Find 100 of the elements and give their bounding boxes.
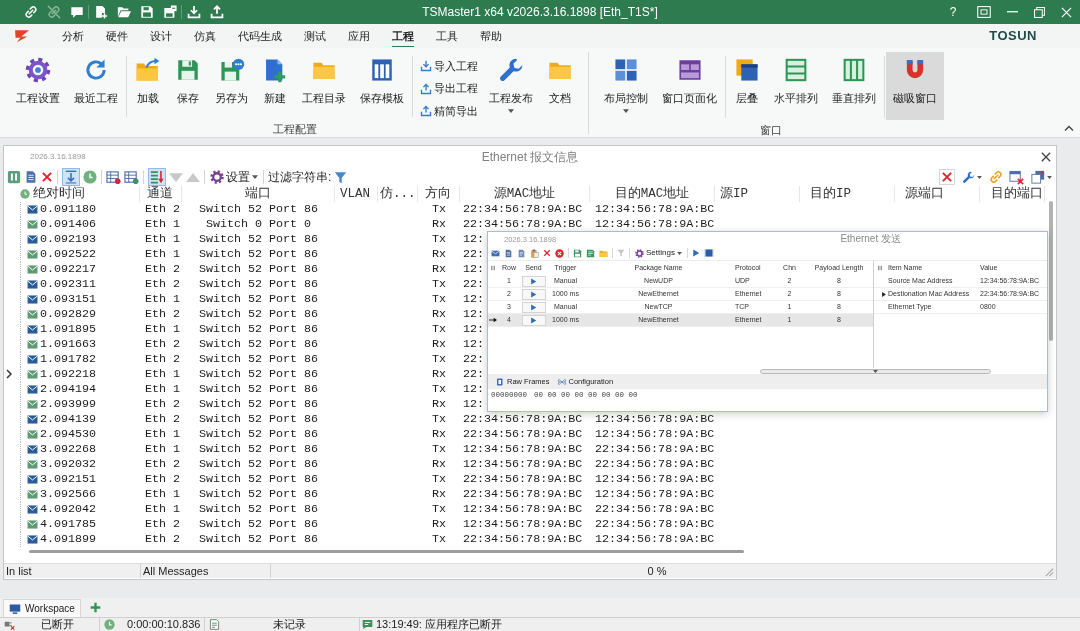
menu-tab[interactable]: 代码生成 xyxy=(227,25,293,47)
document-icon[interactable] xyxy=(517,248,526,258)
table-cell: Rx xyxy=(432,427,446,441)
pause-icon[interactable] xyxy=(7,170,21,184)
menu-tab[interactable]: 硬件 xyxy=(95,25,139,47)
table-cell: 22: xyxy=(463,247,485,261)
clock-icon[interactable] xyxy=(83,170,97,184)
table-cell: Eth 2 xyxy=(145,307,181,321)
menu-tab[interactable]: 帮助 xyxy=(469,25,513,47)
table-cell: 4.092042 xyxy=(40,502,97,517)
sort-button[interactable] xyxy=(148,168,166,186)
envelope-icon[interactable] xyxy=(491,248,500,258)
message-icon xyxy=(362,619,373,630)
window-close-icon[interactable] xyxy=(1009,169,1024,185)
ribbon-button[interactable]: 工程发布 xyxy=(482,52,540,120)
workspace-tab[interactable]: Workspace xyxy=(3,599,81,617)
send-button[interactable] xyxy=(521,275,546,287)
clipboard-icon[interactable] xyxy=(530,248,539,258)
column-header[interactable]: 源端口 xyxy=(895,186,980,202)
column-header[interactable]: 目的端口 xyxy=(980,186,1045,202)
scrollbar-thumb[interactable] xyxy=(1048,201,1053,341)
ribbon-button[interactable]: 导出工程 xyxy=(420,77,478,100)
ribbon-button[interactable]: 导入工程 xyxy=(420,55,478,78)
delete-button[interactable] xyxy=(939,169,955,185)
document-icon[interactable] xyxy=(24,170,38,184)
resize-grip-icon[interactable] xyxy=(1043,566,1054,577)
ribbon-button[interactable]: 水平排列 xyxy=(767,52,825,120)
splitter-handle[interactable] xyxy=(760,368,991,374)
table-icon[interactable] xyxy=(106,169,121,185)
new-file-icon[interactable] xyxy=(93,5,108,19)
ribbon-button[interactable]: 工程设置 xyxy=(9,52,67,120)
ribbon-button[interactable]: 新建 xyxy=(255,52,295,120)
scrollbar-thumb[interactable] xyxy=(29,550,744,553)
wrench-dropdown[interactable] xyxy=(961,170,983,184)
document-icon xyxy=(496,377,504,386)
column-header[interactable]: 源IP xyxy=(715,186,800,202)
chat-icon[interactable] xyxy=(69,5,84,19)
column-header[interactable]: 仿... xyxy=(378,186,418,202)
save-as-icon[interactable] xyxy=(162,5,177,19)
close-icon[interactable] xyxy=(1041,152,1051,162)
menu-tab[interactable]: 仿真 xyxy=(183,25,227,47)
table-cell: Tx xyxy=(432,232,446,246)
chevron-right-icon[interactable] xyxy=(6,369,12,379)
column-header[interactable]: 源MAC地址 xyxy=(460,186,590,202)
menu-tab[interactable]: 设计 xyxy=(139,25,183,47)
ribbon-button[interactable]: 另存为 xyxy=(208,52,255,120)
column-header[interactable]: VLAN xyxy=(335,186,378,202)
menu-tab[interactable]: 应用 xyxy=(337,25,381,47)
help-button[interactable]: ? xyxy=(937,0,969,24)
send-button[interactable] xyxy=(521,288,546,300)
menu-tab[interactable]: 工具 xyxy=(425,25,469,47)
column-header[interactable]: 绝对时间 xyxy=(33,186,85,202)
column-header[interactable]: 目的IP xyxy=(800,186,895,202)
column-chooser-icon[interactable] xyxy=(878,265,882,271)
filter-icon[interactable] xyxy=(334,170,348,184)
play-icon[interactable] xyxy=(691,249,700,257)
download-icon[interactable] xyxy=(186,5,201,19)
ribbon-button[interactable]: 工程目录 xyxy=(295,52,353,120)
menu-tab[interactable]: 测试 xyxy=(293,25,337,47)
column-chooser-icon[interactable] xyxy=(491,265,495,271)
column-header[interactable]: 通道 xyxy=(140,186,182,202)
ribbon-button[interactable]: 文档 xyxy=(540,52,580,120)
table-cell: 0.092829 xyxy=(40,307,97,322)
stop-button[interactable] xyxy=(703,249,714,257)
folder-icon[interactable] xyxy=(116,5,131,19)
settings-button[interactable]: Settings xyxy=(634,248,683,258)
column-header[interactable]: 端口 xyxy=(182,186,335,202)
send-button[interactable] xyxy=(521,314,546,326)
send-button[interactable] xyxy=(521,301,546,313)
save-icon[interactable] xyxy=(573,248,582,258)
window-icon[interactable] xyxy=(977,6,991,18)
save-as-icon[interactable] xyxy=(586,248,595,258)
ribbon-button[interactable]: 精简导出 xyxy=(420,100,478,123)
menu-tab[interactable]: 分析 xyxy=(51,25,95,47)
upload-icon[interactable] xyxy=(209,5,224,19)
copy-dropdown[interactable] xyxy=(1030,170,1053,184)
column-header[interactable]: 目的MAC地址 xyxy=(590,186,715,202)
ribbon-button[interactable]: 加载 xyxy=(128,52,168,120)
ribbon-button[interactable]: 保存模板 xyxy=(353,52,411,120)
ribbon-button[interactable]: 窗口页面化 xyxy=(655,52,724,120)
caret-up-icon[interactable] xyxy=(1064,125,1074,131)
table-cell: Switch 52 Port 86 xyxy=(198,412,319,426)
autoscroll-button[interactable] xyxy=(62,168,80,186)
column-header[interactable]: 方向 xyxy=(418,186,460,202)
ribbon-button[interactable]: 最近工程 xyxy=(67,52,125,120)
table-cell: 3.092566 xyxy=(40,487,97,502)
cancel-icon[interactable] xyxy=(555,248,564,258)
delete-icon[interactable] xyxy=(543,249,551,257)
ribbon-button[interactable]: 层叠 xyxy=(727,52,767,120)
plus-icon[interactable] xyxy=(89,602,101,613)
document-icon[interactable] xyxy=(504,248,513,258)
ribbon-button[interactable]: 磁吸窗口 xyxy=(886,52,944,120)
save-icon[interactable] xyxy=(139,5,154,19)
restore-icon[interactable] xyxy=(1034,6,1045,18)
ribbon-button[interactable]: 垂直排列 xyxy=(825,52,883,120)
ribbon-button[interactable]: 保存 xyxy=(168,52,208,120)
delete-icon[interactable] xyxy=(41,171,53,183)
table-icon[interactable] xyxy=(124,169,139,185)
settings-button[interactable]: 设置 xyxy=(209,169,259,185)
ribbon-button[interactable]: 布局控制 xyxy=(597,52,655,120)
